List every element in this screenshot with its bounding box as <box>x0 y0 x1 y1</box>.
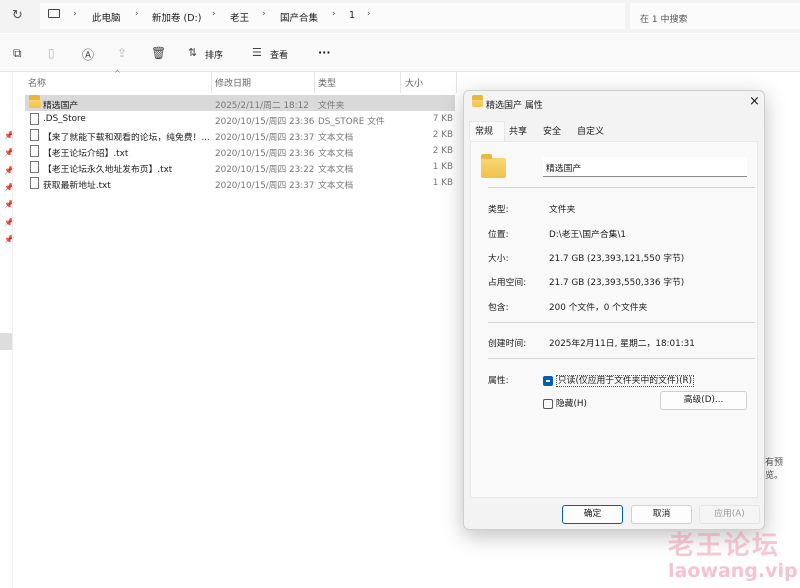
breadcrumb-drive[interactable]: 新加卷 (D:) <box>152 10 201 24</box>
close-button[interactable]: × <box>749 94 760 109</box>
attributes-label: 属性: <box>488 376 509 386</box>
location-label: 位置: <box>488 230 509 240</box>
file-type: DS_STORE 文件 <box>318 117 385 127</box>
breadcrumb-collection[interactable]: 国产合集 <box>280 10 318 24</box>
tab-general[interactable]: 常规 <box>475 124 493 137</box>
column-size[interactable]: 大小 <box>405 76 423 89</box>
dialog-title: 精选国产 属性 <box>486 101 543 111</box>
tab-security[interactable]: 安全 <box>543 124 561 137</box>
watermark-logo: 老王论坛 <box>668 531 781 561</box>
indeterminate-check-icon <box>543 375 553 386</box>
tab-customize[interactable]: 自定义 <box>577 124 604 137</box>
file-name: .DS_Store <box>43 114 86 124</box>
folder-name-input[interactable]: 精选国产 <box>543 157 747 177</box>
share-icon[interactable]: ⇪ <box>117 46 127 60</box>
advanced-button[interactable]: 高级(D)... <box>660 391 747 410</box>
type-label: 类型: <box>488 205 509 215</box>
file-type: 文本文档 <box>318 181 354 191</box>
type-value: 文件夹 <box>549 205 576 215</box>
rename-icon[interactable]: Ⓐ <box>82 46 94 63</box>
nav-item-selected[interactable] <box>0 333 12 350</box>
breadcrumb-laowang[interactable]: 老王 <box>230 10 249 24</box>
file-date: 2020/10/15/周四 23:22 <box>215 165 315 175</box>
file-size: 2 KB <box>432 146 453 156</box>
file-row[interactable]: 【老王论坛永久地址发布页】.txt 2020/10/15/周四 23:22 文本文档… <box>25 159 455 175</box>
file-type: 文本文档 <box>318 165 354 175</box>
file-name: 获取最新地址.txt <box>43 181 111 191</box>
hidden-checkbox[interactable]: 隐藏(H) <box>543 396 587 409</box>
file-date: 2020/10/15/周四 23:37 <box>215 181 315 191</box>
file-type: 文件夹 <box>318 101 345 111</box>
size-value: 21.7 GB (23,393,121,550 字节) <box>549 254 685 264</box>
refresh-icon[interactable]: ↻ <box>12 8 23 23</box>
column-date[interactable]: 修改日期 <box>215 76 251 89</box>
apply-button[interactable]: 应用(A) <box>699 505 760 524</box>
file-name: 【老王论坛永久地址发布页】.txt <box>43 165 173 175</box>
file-name: 【老王论坛介绍】.txt <box>43 149 129 159</box>
file-date: 2020/10/15/周四 23:36 <box>215 117 315 127</box>
file-row[interactable]: 【老王论坛介绍】.txt 2020/10/15/周四 23:36 文本文档 2 KB <box>25 143 455 159</box>
copy-icon[interactable]: ⧉ <box>13 46 22 61</box>
file-size: 1 KB <box>432 162 453 172</box>
folder-icon <box>472 95 483 107</box>
file-name: 精选国产 <box>43 101 79 111</box>
cancel-button[interactable]: 取消 <box>631 505 692 524</box>
file-type: 文本文档 <box>318 133 354 143</box>
text-file-icon <box>30 129 39 141</box>
text-file-icon <box>30 145 39 157</box>
size-label: 大小: <box>488 254 509 264</box>
file-date: 2025/2/11/周二 18:12 <box>215 101 309 111</box>
breadcrumb-1[interactable]: 1 <box>349 10 355 21</box>
file-size: 2 KB <box>432 130 453 140</box>
preview-text: 有预览。 <box>765 458 784 481</box>
disk-size-value: 21.7 GB (23,393,550,336 字节) <box>549 278 685 288</box>
file-date: 2020/10/15/周四 23:37 <box>215 133 315 143</box>
contains-label: 包含: <box>488 303 509 313</box>
folder-icon <box>481 154 506 178</box>
delete-icon[interactable]: 🗑 <box>151 46 166 60</box>
location-value: D:\老王\国产合集\1 <box>549 230 627 240</box>
file-type: 文本文档 <box>318 149 354 159</box>
file-row[interactable]: 获取最新地址.txt 2020/10/15/周四 23:37 文本文档 1 KB <box>25 175 455 191</box>
sort-icon[interactable]: ⇅ <box>188 46 197 59</box>
text-file-icon <box>30 161 39 173</box>
contains-value: 200 个文件，0 个文件夹 <box>549 303 648 313</box>
search-input[interactable]: 在 1 中搜索 <box>630 3 800 29</box>
file-size: 1 KB <box>432 178 453 188</box>
file-row[interactable]: .DS_Store 2020/10/15/周四 23:36 DS_STORE 文件 7… <box>25 111 455 127</box>
file-size: 7 KB <box>432 114 453 124</box>
file-icon <box>30 113 39 125</box>
created-value: 2025年2月11日, 星期二，18:01:31 <box>549 339 695 349</box>
column-name[interactable]: 名称 <box>28 76 46 89</box>
file-date: 2020/10/15/周四 23:36 <box>215 149 315 159</box>
ok-button[interactable]: 确定 <box>562 505 623 524</box>
column-type[interactable]: 类型 <box>318 76 336 89</box>
disk-size-label: 占用空间: <box>488 278 527 288</box>
watermark-url: laowang.vip <box>668 560 798 582</box>
sort-asc-icon: ^ <box>114 69 121 78</box>
paste-icon[interactable]: ▯ <box>48 46 55 60</box>
readonly-checkbox[interactable]: 只读(仅应用于文件夹中的文件)(R) <box>543 373 695 387</box>
file-row[interactable]: 精选国产 2025/2/11/周二 18:12 文件夹 <box>25 95 455 111</box>
folder-icon <box>29 95 41 108</box>
file-row[interactable]: 【来了就能下载和观看的论坛，纯免费！... 2020/10/15/周四 23:37… <box>25 127 455 143</box>
computer-icon <box>48 9 60 18</box>
tab-sharing[interactable]: 共享 <box>509 124 527 137</box>
breadcrumb-this-pc[interactable]: 此电脑 <box>92 10 121 24</box>
sort-button[interactable]: 排序 <box>205 48 223 61</box>
text-file-icon <box>30 177 39 189</box>
view-button[interactable]: 查看 <box>270 48 288 61</box>
properties-dialog: 精选国产 属性 × 常规 共享 安全 自定义 精选国产 类型: 文件夹 位置: … <box>463 90 765 530</box>
view-icon[interactable]: ☰ <box>252 46 262 59</box>
created-label: 创建时间: <box>488 339 527 349</box>
more-button[interactable]: ··· <box>318 46 331 59</box>
file-name: 【来了就能下载和观看的论坛，纯免费！... <box>43 133 210 143</box>
general-panel: 精选国产 类型: 文件夹 位置: D:\老王\国产合集\1 大小: 21.7 G… <box>470 141 758 498</box>
pane-divider <box>12 72 13 588</box>
